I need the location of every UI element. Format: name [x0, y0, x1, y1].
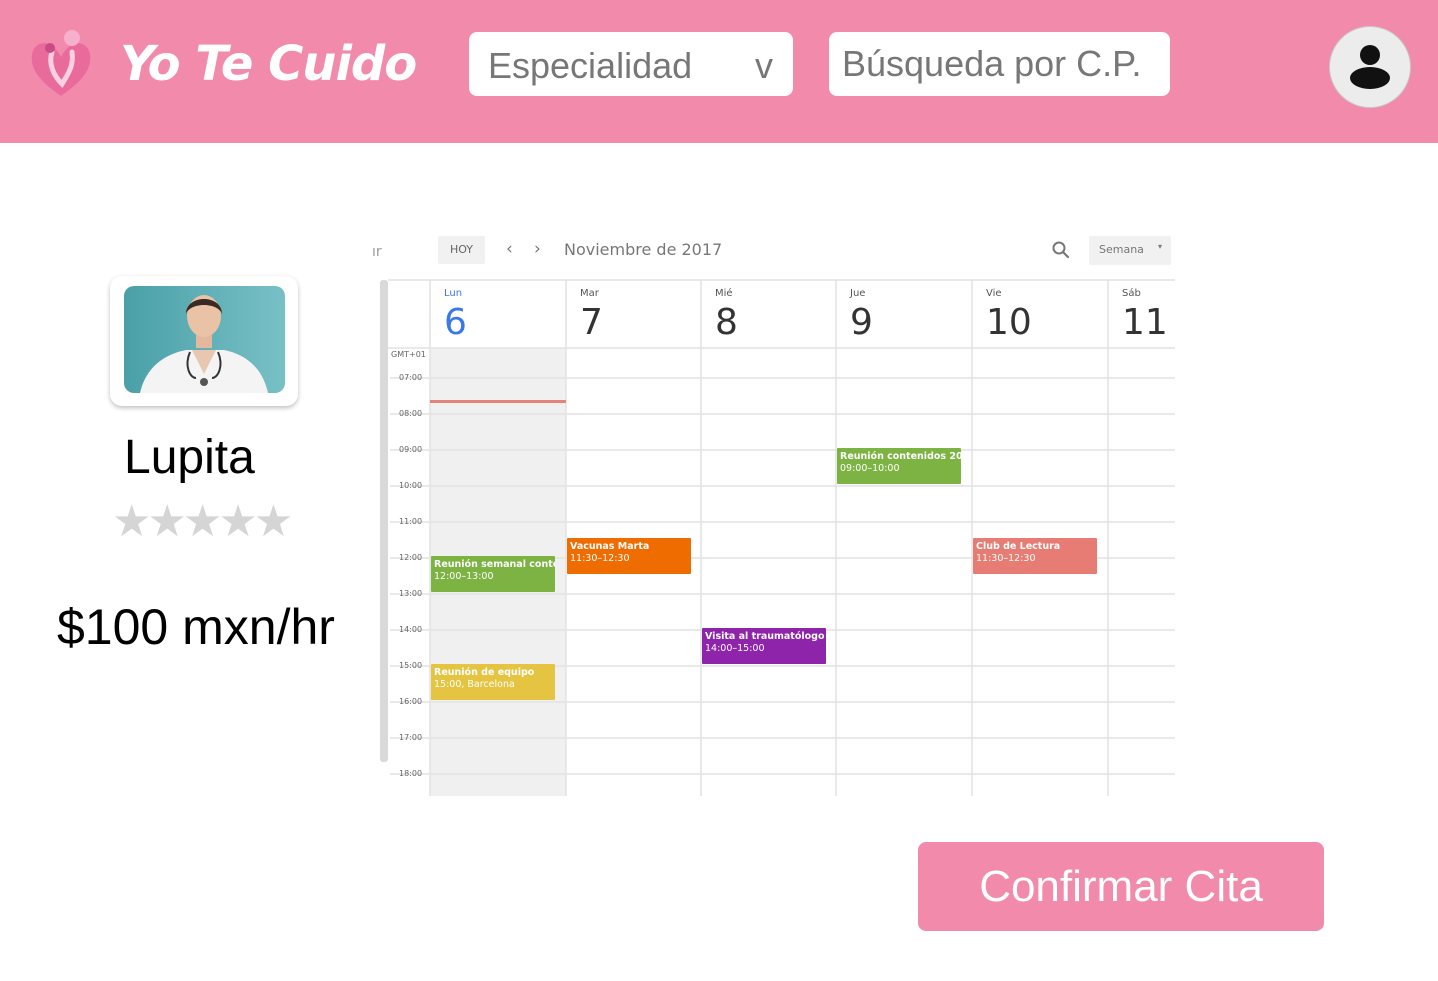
- postal-code-search-input[interactable]: [829, 32, 1170, 96]
- availability-calendar: ır HOY ‹ › Noviembre de 2017 Semana ▾ GM…: [372, 226, 1175, 796]
- day-number[interactable]: 10: [986, 302, 1032, 343]
- hour-label: 15:00: [399, 661, 423, 670]
- event-title: Club de Lectura: [976, 541, 1061, 552]
- event-time: 09:00–10:00: [840, 463, 900, 474]
- hour-label: 13:00: [399, 589, 423, 598]
- event-time: 12:00–13:00: [434, 571, 494, 582]
- current-time-indicator: [430, 400, 566, 403]
- calendar-event[interactable]: Vacunas Marta 11:30–12:30: [567, 538, 691, 574]
- day-name: Lun: [444, 288, 463, 299]
- day-number[interactable]: 9: [850, 302, 873, 343]
- event-title: Visita al traumatólogo: [705, 631, 825, 642]
- event-title: Reunión contenidos 2018: [840, 451, 961, 462]
- app-header: Yo Te Cuido Especialidad v: [0, 0, 1438, 143]
- event-title: Vacunas Marta: [570, 541, 650, 552]
- day-name: Mar: [580, 288, 599, 299]
- caregiver-name: Lupita: [124, 431, 255, 484]
- calendar-event[interactable]: Reunión contenidos 201809:00–10:00: [837, 448, 961, 484]
- event-time: 14:00–15:00: [705, 643, 765, 654]
- hour-label: 11:00: [399, 517, 423, 526]
- day-name: Vie: [986, 288, 1002, 299]
- hour-label: 07:00: [399, 373, 423, 382]
- event-time: 15:00, Barcelona: [434, 679, 515, 690]
- event-title: Reunión semanal contenidos: [434, 559, 555, 570]
- hour-label: 14:00: [399, 625, 423, 634]
- caregiver-photo: [124, 286, 285, 393]
- hour-label: 08:00: [399, 409, 423, 418]
- hour-label: 18:00: [399, 769, 423, 778]
- day-name: Jue: [850, 288, 866, 299]
- hourly-rate: $100 mxn/hr: [57, 599, 335, 655]
- event-time: 11:30–12:30: [976, 553, 1036, 564]
- caregiver-photo-card: [110, 276, 298, 406]
- calendar-event[interactable]: Reunión de equipo 15:00, Barcelona: [431, 664, 555, 700]
- hour-label: 10:00: [399, 481, 423, 490]
- specialty-select-label: Especialidad: [488, 45, 693, 86]
- rating-stars[interactable]: ★★★★★: [112, 496, 293, 547]
- calendar-event[interactable]: Reunión semanal contenidos12:00–13:00: [431, 556, 555, 592]
- day-number[interactable]: 8: [715, 302, 738, 343]
- specialty-select[interactable]: Especialidad v: [469, 32, 793, 96]
- calendar-grid: [388, 279, 1175, 796]
- event-time: 11:30–12:30: [570, 553, 630, 564]
- hour-label: 12:00: [399, 553, 423, 562]
- hour-label: 17:00: [399, 733, 423, 742]
- hour-label: 09:00: [399, 445, 423, 454]
- calendar-event[interactable]: Club de Lectura 11:30–12:30: [973, 538, 1097, 574]
- user-avatar-button[interactable]: [1329, 26, 1411, 108]
- brand-name[interactable]: Yo Te Cuido: [120, 36, 417, 92]
- confirm-appointment-button[interactable]: Confirmar Cita: [918, 842, 1324, 931]
- calendar-event[interactable]: Visita al traumatólogo 14:00–15:00: [702, 628, 826, 664]
- day-number[interactable]: 7: [580, 302, 603, 343]
- timezone-label: GMT+01: [391, 350, 426, 359]
- day-name: Sáb: [1122, 288, 1141, 299]
- heart-caregiver-logo-icon[interactable]: [28, 26, 94, 98]
- day-number[interactable]: 11: [1122, 302, 1168, 343]
- day-number[interactable]: 6: [444, 302, 467, 343]
- user-icon: [1350, 45, 1390, 89]
- hour-label: 16:00: [399, 697, 423, 706]
- event-title: Reunión de equipo: [434, 667, 535, 678]
- day-name: Mié: [715, 288, 733, 299]
- chevron-down-icon: v: [755, 45, 773, 86]
